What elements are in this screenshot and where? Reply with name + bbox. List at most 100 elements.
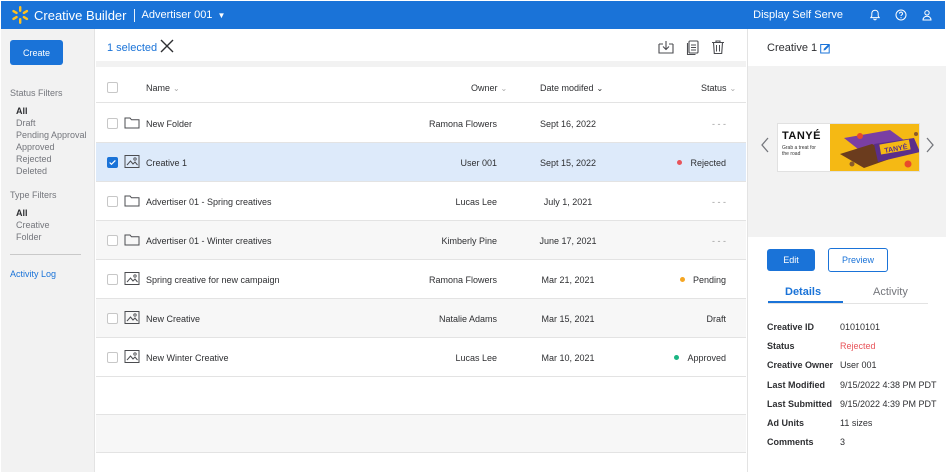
detail-value: 9/15/2022 4:39 PM PDT — [840, 398, 937, 409]
display-self-serve-link[interactable]: Display Self Serve — [753, 9, 843, 21]
status-dot-icon — [679, 277, 685, 282]
empty-table-row — [96, 415, 746, 453]
row-owner: Ramona Flowers — [428, 275, 497, 285]
row-status: Pending — [679, 275, 726, 285]
candy-bar-image-icon: TANYÉ — [830, 124, 919, 171]
detail-label: Last Submitted — [767, 398, 833, 409]
table-row[interactable]: Spring creative for new campaign Ramona F… — [96, 260, 746, 299]
row-name[interactable]: New Creative — [146, 314, 200, 324]
empty-table-row — [96, 453, 746, 473]
main-content: 1 selected Name ⌄ Owner ⌄ Date modifed ⌄ St… — [96, 29, 746, 472]
status-filter-draft[interactable]: Draft — [16, 117, 87, 129]
row-name[interactable]: Creative 1 — [146, 158, 187, 168]
status-filter-pending-approval[interactable]: Pending Approval — [16, 129, 87, 141]
detail-label: Creative Owner — [767, 360, 834, 371]
row-name[interactable]: Advertiser 01 - Winter creatives — [146, 236, 272, 246]
sidebar-divider — [10, 254, 81, 255]
selection-action-bar: 1 selected — [96, 29, 746, 67]
row-status: Draft — [706, 314, 726, 324]
preview-button[interactable]: Preview — [828, 248, 888, 272]
detail-panel: Creative 1 TANYÉ Grab a treat for the ro… — [747, 29, 946, 472]
detail-label: Last Modified — [767, 379, 825, 390]
copy-icon[interactable] — [684, 38, 702, 56]
trash-icon[interactable] — [709, 38, 727, 56]
status-dot-icon — [674, 355, 680, 360]
row-date: Mar 15, 2021 — [541, 314, 595, 324]
edit-button[interactable]: Edit — [767, 249, 815, 271]
row-status: - - - — [712, 236, 726, 246]
create-button[interactable]: Create — [10, 40, 63, 65]
image-icon — [124, 271, 140, 286]
detail-label: Status — [767, 341, 795, 352]
row-name[interactable]: New Folder — [146, 119, 192, 129]
selection-count: 1 selected — [107, 42, 158, 54]
status-filter-approved[interactable]: Approved — [16, 141, 87, 153]
advertiser-dropdown[interactable]: Advertiser 001 ▼ — [142, 9, 226, 21]
type-filter-folder[interactable]: Folder — [16, 231, 50, 243]
row-status-label: Approved — [687, 353, 726, 363]
row-status-label: - - - — [712, 236, 726, 246]
row-checkbox[interactable] — [107, 118, 118, 129]
user-icon[interactable] — [914, 9, 940, 21]
type-filter-creative[interactable]: Creative — [16, 219, 50, 231]
detail-value: 9/15/2022 4:38 PM PDT — [840, 379, 937, 390]
table-row[interactable]: Advertiser 01 - Spring creatives Lucas Le… — [96, 182, 746, 221]
table-row[interactable]: Advertiser 01 - Winter creatives Kimberly… — [96, 221, 746, 260]
row-status: Approved — [674, 353, 726, 363]
table-row[interactable]: New Folder Ramona Flowers Sept 16, 2022 - -… — [96, 104, 746, 143]
row-name[interactable]: Advertiser 01 - Spring creatives — [146, 197, 272, 207]
status-filter-all[interactable]: All — [16, 105, 87, 117]
row-name[interactable]: New Winter Creative — [146, 353, 229, 363]
status-filter-deleted[interactable]: Deleted — [16, 165, 87, 177]
clear-selection-icon[interactable] — [159, 38, 175, 54]
brand-divider — [133, 8, 135, 22]
column-header-date[interactable]: Date modifed ⌄ — [540, 83, 603, 93]
creative-preview-area: TANYÉ Grab a treat for the road TANYÉ — [748, 66, 946, 237]
empty-table-row — [96, 377, 746, 415]
download-icon[interactable] — [657, 38, 675, 56]
detail-value: 3 — [840, 437, 846, 448]
select-all-checkbox[interactable] — [107, 82, 118, 93]
help-icon[interactable] — [888, 9, 914, 21]
chevron-left-icon[interactable] — [759, 136, 771, 154]
tab-baseline — [768, 303, 928, 304]
row-checkbox[interactable] — [107, 196, 118, 207]
tab-activity[interactable]: Activity — [873, 286, 908, 298]
row-owner: Lucas Lee — [455, 353, 497, 363]
row-owner: Kimberly Pine — [441, 236, 497, 246]
bell-icon[interactable] — [862, 9, 888, 21]
row-checkbox[interactable] — [107, 157, 118, 168]
type-filter-list: All Creative Folder — [16, 207, 50, 243]
sort-chevron-icon: ⌄ — [500, 84, 508, 93]
table-row[interactable]: Creative 1 User 001 Sept 15, 2022 Rejected — [96, 143, 746, 182]
row-name[interactable]: Spring creative for new campaign — [146, 275, 280, 285]
column-header-owner[interactable]: Owner ⌄ — [471, 83, 507, 93]
caret-down-icon: ▼ — [217, 10, 226, 20]
column-header-owner-label: Owner — [471, 83, 498, 93]
detail-value: 11 sizes — [840, 417, 873, 428]
chevron-right-icon[interactable] — [924, 136, 936, 154]
row-checkbox[interactable] — [107, 313, 118, 324]
table-row[interactable]: New Winter Creative Lucas Lee Mar 10, 2021… — [96, 338, 746, 377]
row-owner: Ramona Flowers — [428, 119, 497, 129]
column-header-status[interactable]: Status ⌄ — [701, 83, 736, 93]
status-filters-title: Status Filters — [10, 88, 63, 98]
status-filter-rejected[interactable]: Rejected — [16, 153, 87, 165]
table-row[interactable]: New Creative Natalie Adams Mar 15, 2021 Dra… — [96, 299, 746, 338]
creative-banner-thumbnail[interactable]: TANYÉ Grab a treat for the road TANYÉ — [777, 123, 920, 172]
type-filter-all[interactable]: All — [16, 207, 50, 219]
active-tab-indicator — [768, 301, 843, 303]
column-header-date-label: Date modifed — [540, 83, 594, 93]
edit-name-pencil-icon[interactable] — [820, 43, 831, 54]
row-status-label: Draft — [706, 314, 726, 324]
row-checkbox[interactable] — [107, 274, 118, 285]
activity-log-link[interactable]: Activity Log — [10, 269, 56, 279]
row-checkbox[interactable] — [107, 235, 118, 246]
tab-details[interactable]: Details — [785, 286, 821, 298]
row-checkbox[interactable] — [107, 352, 118, 363]
folder-icon — [124, 115, 140, 130]
row-date: Sept 15, 2022 — [539, 158, 597, 168]
status-filter-list: All Draft Pending Approval Approved Reje… — [16, 105, 87, 177]
column-header-name[interactable]: Name ⌄ — [146, 83, 180, 93]
row-date: Sept 16, 2022 — [539, 119, 597, 129]
